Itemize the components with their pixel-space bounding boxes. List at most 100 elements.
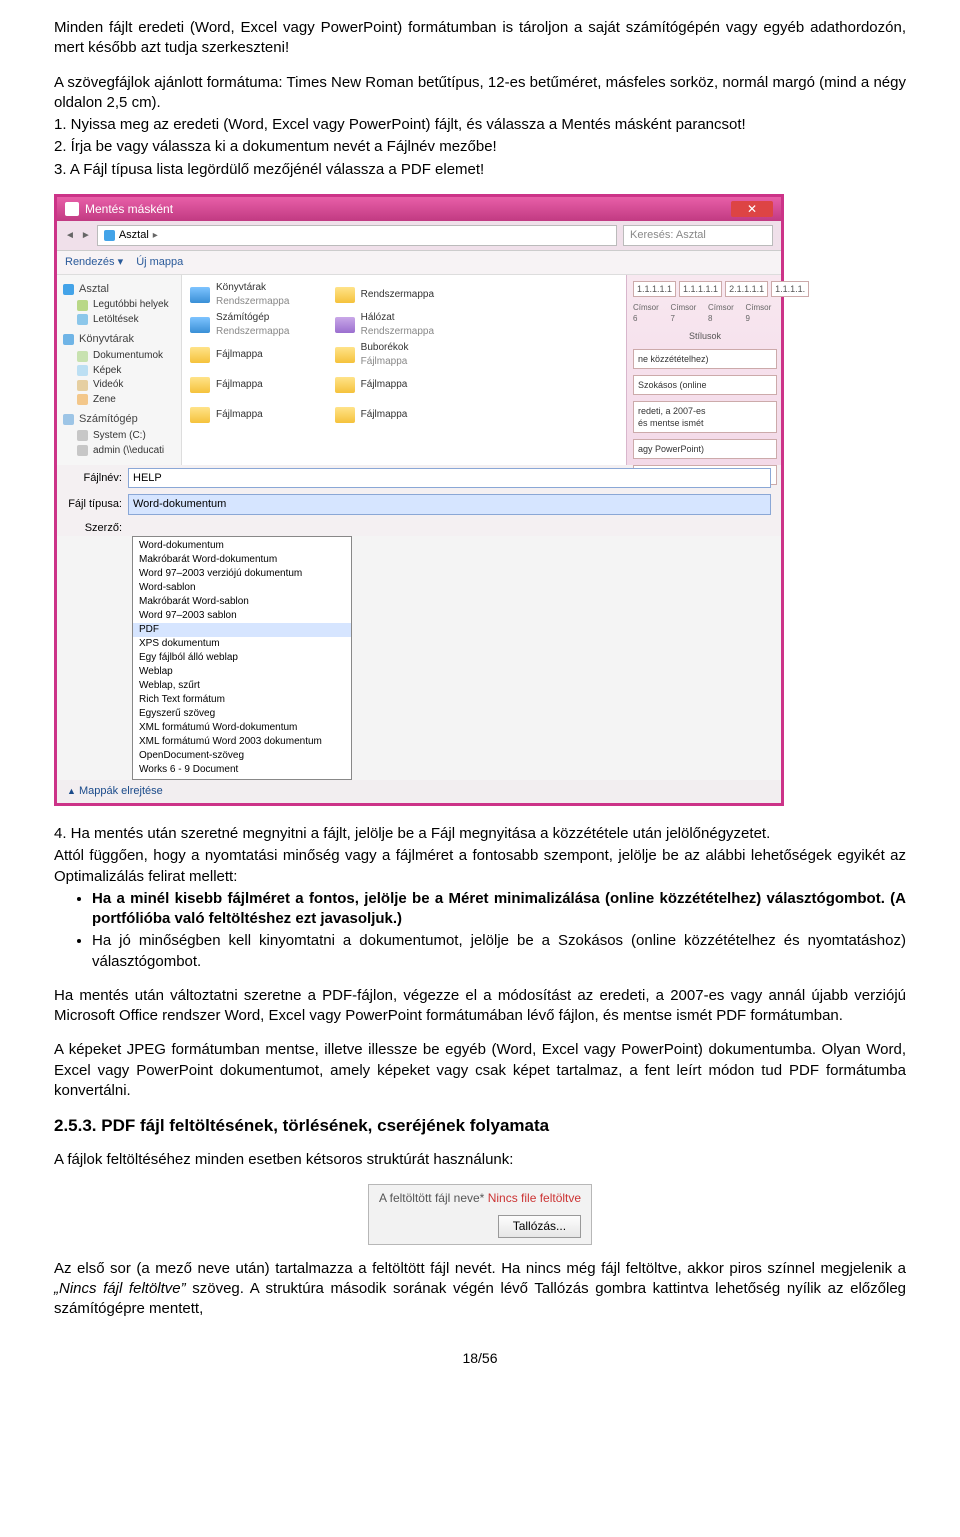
paragraph-images: A képeket JPEG formátumban mentse, illet…	[54, 1040, 906, 1101]
partial-text: redeti, a 2007-esés mentse ismét	[633, 401, 777, 433]
ribbon-fragment: 1.1.1.1.1 1.1.1.1.1 2.1.1.1.1 1.1.1.1. C…	[626, 275, 781, 465]
dialog-titlebar: Mentés másként ✕	[57, 197, 781, 221]
style-label: Címsor 6	[633, 303, 665, 325]
list-item: Ha jó minőségben kell kinyomtatni a doku…	[92, 931, 906, 972]
file-item[interactable]: BuborékokFájlmappa	[335, 341, 474, 369]
dropdown-option[interactable]: Word-dokumentum	[133, 539, 351, 553]
downloads-icon	[77, 314, 88, 325]
filename-input[interactable]: HELP	[128, 468, 771, 489]
file-item[interactable]: SzámítógépRendszermappa	[190, 311, 329, 339]
dropdown-option[interactable]: Works 6 - 9 Document	[133, 763, 351, 777]
computer-icon	[63, 414, 74, 425]
computer-icon	[190, 317, 210, 333]
vids-icon	[77, 380, 88, 391]
partial-text: agy PowerPoint)	[633, 439, 777, 459]
file-item[interactable]: Rendszermappa	[335, 281, 474, 309]
style-num: 1.1.1.1.	[771, 281, 809, 297]
sidebar-item-documents[interactable]: Dokumentumok	[93, 349, 163, 363]
list-item: Ha a minél kisebb fájlméret a fontos, je…	[92, 889, 906, 930]
dropdown-option[interactable]: Egyszerű szöveg	[133, 707, 351, 721]
breadcrumb-text: Asztal	[119, 228, 149, 243]
partial-text: ne közzétételhez)	[633, 349, 777, 369]
upload-widget-screenshot: A feltöltött fájl neve* Nincs file feltö…	[54, 1184, 906, 1244]
dropdown-option[interactable]: XPS dokumentum	[133, 637, 351, 651]
organize-button[interactable]: Rendezés ▾	[65, 256, 123, 268]
dropdown-option[interactable]: Egy fájlból álló weblap	[133, 651, 351, 665]
nav-back-icon[interactable]: ◄	[65, 229, 75, 243]
file-item[interactable]: Fájlmappa	[190, 341, 329, 369]
dropdown-option[interactable]: Word 97–2003 verziójú dokumentum	[133, 567, 351, 581]
file-item[interactable]: Fájlmappa	[335, 371, 474, 399]
sidebar-item-music[interactable]: Zene	[93, 393, 116, 407]
paragraph-modify: Ha mentés után változtatni szeretne a PD…	[54, 986, 906, 1027]
nav-fwd-icon[interactable]: ►	[81, 229, 91, 243]
folder-icon	[190, 407, 210, 423]
search-input[interactable]: Keresés: Asztal	[623, 225, 773, 246]
browse-button[interactable]: Tallózás...	[498, 1215, 581, 1237]
music-icon	[77, 394, 88, 405]
folder-icon	[335, 377, 355, 393]
dropdown-option[interactable]: OpenDocument-szöveg	[133, 749, 351, 763]
dialog-path-bar: ◄ ► Asztal ▸ Keresés: Asztal	[57, 221, 781, 251]
sidebar-item-admin[interactable]: admin (\\educati	[93, 444, 164, 458]
step-4a: 4. Ha mentés után szeretné megnyitni a f…	[54, 824, 906, 844]
folder-icon	[335, 407, 355, 423]
dialog-sidebar: Asztal Legutóbbi helyek Letöltések Könyv…	[57, 275, 182, 465]
lib-icon	[190, 287, 210, 303]
docs-icon	[77, 351, 88, 362]
options-list: Ha a minél kisebb fájlméret a fontos, je…	[54, 889, 906, 972]
page-number: 18/56	[54, 1349, 906, 1368]
dialog-title-text: Mentés másként	[85, 201, 173, 217]
folder-icon	[190, 377, 210, 393]
filetype-select[interactable]: Word-dokumentum	[128, 494, 771, 515]
dropdown-option[interactable]: Weblap, szűrt	[133, 679, 351, 693]
sidebar-item-libraries[interactable]: Könyvtárak	[79, 332, 134, 347]
file-item[interactable]: Fájlmappa	[190, 371, 329, 399]
drive-icon	[77, 430, 88, 441]
style-num: 2.1.1.1.1	[725, 281, 768, 297]
sidebar-item-pictures[interactable]: Képek	[93, 364, 121, 378]
hide-folders-link[interactable]: ▲ Mappák elrejtése	[57, 780, 781, 803]
dropdown-option[interactable]: Rich Text formátum	[133, 693, 351, 707]
dropdown-option[interactable]: Weblap	[133, 665, 351, 679]
dropdown-option[interactable]: Word-sablon	[133, 581, 351, 595]
word-icon	[65, 202, 79, 216]
filetype-label: Fájl típusa:	[67, 497, 122, 512]
sidebar-item-system-c[interactable]: System (C:)	[93, 429, 146, 443]
file-grid: KönyvtárakRendszermappa Rendszermappa Sz…	[182, 275, 626, 465]
step-2: 2. Írja be vagy válassza ki a dokumentum…	[54, 137, 906, 157]
sidebar-item-desktop[interactable]: Asztal	[79, 282, 109, 297]
file-item[interactable]: KönyvtárakRendszermappa	[190, 281, 329, 309]
styles-label: Stílusok	[633, 330, 777, 342]
dropdown-option-pdf[interactable]: PDF	[133, 623, 351, 637]
file-item[interactable]: Fájlmappa	[335, 401, 474, 429]
sidebar-item-computer[interactable]: Számítógép	[79, 412, 138, 427]
paragraph-intro-1: Minden fájlt eredeti (Word, Excel vagy P…	[54, 18, 906, 59]
filetype-dropdown[interactable]: Word-dokumentum Makróbarát Word-dokument…	[132, 536, 352, 780]
new-folder-button[interactable]: Új mappa	[136, 256, 183, 268]
recent-icon	[77, 300, 88, 311]
upload-status: Nincs file feltöltve	[488, 1191, 581, 1205]
dropdown-option[interactable]: XML formátumú Word-dokumentum	[133, 721, 351, 735]
breadcrumb[interactable]: Asztal ▸	[97, 225, 617, 246]
dropdown-option[interactable]: Word 97–2003 sablon	[133, 609, 351, 623]
dropdown-option[interactable]: Makróbarát Word-sablon	[133, 595, 351, 609]
desktop-icon	[104, 230, 115, 241]
paragraph-intro-2: A szövegfájlok ajánlott formátuma: Times…	[54, 73, 906, 114]
sidebar-item-downloads[interactable]: Letöltések	[93, 313, 139, 327]
folder-icon	[335, 347, 355, 363]
sidebar-item-recent[interactable]: Legutóbbi helyek	[93, 298, 169, 312]
sidebar-item-videos[interactable]: Videók	[93, 378, 123, 392]
section-heading: 2.5.3. PDF fájl feltöltésének, törléséne…	[54, 1115, 906, 1138]
close-icon[interactable]: ✕	[731, 201, 773, 217]
folder-icon	[335, 287, 355, 303]
file-item[interactable]: Fájlmappa	[190, 401, 329, 429]
pics-icon	[77, 365, 88, 376]
file-item[interactable]: HálózatRendszermappa	[335, 311, 474, 339]
desktop-icon	[63, 284, 74, 295]
dropdown-option[interactable]: XML formátumú Word 2003 dokumentum	[133, 735, 351, 749]
dropdown-option[interactable]: Makróbarát Word-dokumentum	[133, 553, 351, 567]
style-label: Címsor 7	[671, 303, 703, 325]
save-as-dialog-screenshot: Mentés másként ✕ ◄ ► Asztal ▸ Keresés: A…	[54, 194, 906, 806]
partial-text: Szokásos (online	[633, 375, 777, 395]
